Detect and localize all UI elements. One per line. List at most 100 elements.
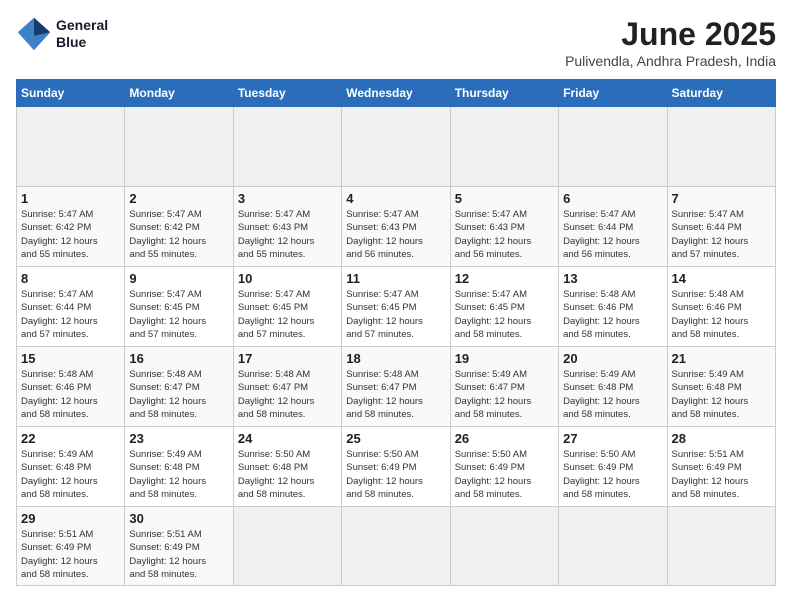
calendar-week-row: 22 Sunrise: 5:49 AM Sunset: 6:48 PM Dayli… (17, 427, 776, 507)
day-number: 8 (21, 271, 120, 286)
calendar-cell: 9 Sunrise: 5:47 AM Sunset: 6:45 PM Daylig… (125, 267, 233, 347)
calendar-week-row: 15 Sunrise: 5:48 AM Sunset: 6:46 PM Dayli… (17, 347, 776, 427)
logo-text: General Blue (56, 17, 108, 51)
calendar-cell: 19 Sunrise: 5:49 AM Sunset: 6:47 PM Dayli… (450, 347, 558, 427)
calendar-cell: 29Sunrise: 5:51 AM Sunset: 6:49 PM Dayli… (17, 507, 125, 586)
day-info: Sunrise: 5:51 AM Sunset: 6:49 PM Dayligh… (672, 448, 771, 501)
weekday-header: Sunday (17, 80, 125, 107)
calendar-cell: 21Sunrise: 5:49 AM Sunset: 6:48 PM Dayli… (667, 347, 775, 427)
calendar-cell: 5 Sunrise: 5:47 AM Sunset: 6:43 PM Daylig… (450, 187, 558, 267)
day-info: Sunrise: 5:48 AM Sunset: 6:46 PM Dayligh… (21, 368, 120, 421)
calendar-cell: 1 Sunrise: 5:47 AM Sunset: 6:42 PM Daylig… (17, 187, 125, 267)
day-number: 10 (238, 271, 337, 286)
day-info: Sunrise: 5:47 AM Sunset: 6:44 PM Dayligh… (21, 288, 120, 341)
calendar-cell: 10Sunrise: 5:47 AM Sunset: 6:45 PM Dayli… (233, 267, 341, 347)
calendar-cell (667, 107, 775, 187)
day-number: 27 (563, 431, 662, 446)
calendar-week-row (17, 107, 776, 187)
day-number: 4 (346, 191, 445, 206)
day-number: 3 (238, 191, 337, 206)
day-number: 9 (129, 271, 228, 286)
day-info: Sunrise: 5:48 AM Sunset: 6:47 PM Dayligh… (238, 368, 337, 421)
day-number: 24 (238, 431, 337, 446)
day-number: 13 (563, 271, 662, 286)
day-number: 12 (455, 271, 554, 286)
weekday-header: Tuesday (233, 80, 341, 107)
calendar-table: SundayMondayTuesdayWednesdayThursdayFrid… (16, 79, 776, 586)
day-number: 7 (672, 191, 771, 206)
calendar-cell: 27Sunrise: 5:50 AM Sunset: 6:49 PM Dayli… (559, 427, 667, 507)
logo-icon (16, 16, 52, 52)
day-info: Sunrise: 5:51 AM Sunset: 6:49 PM Dayligh… (129, 528, 228, 581)
weekday-header: Monday (125, 80, 233, 107)
day-info: Sunrise: 5:49 AM Sunset: 6:47 PM Dayligh… (455, 368, 554, 421)
day-info: Sunrise: 5:47 AM Sunset: 6:43 PM Dayligh… (238, 208, 337, 261)
day-info: Sunrise: 5:47 AM Sunset: 6:45 PM Dayligh… (346, 288, 445, 341)
day-number: 15 (21, 351, 120, 366)
day-info: Sunrise: 5:47 AM Sunset: 6:42 PM Dayligh… (21, 208, 120, 261)
calendar-cell: 24 Sunrise: 5:50 AM Sunset: 6:48 PM Dayli… (233, 427, 341, 507)
calendar-cell: 25Sunrise: 5:50 AM Sunset: 6:49 PM Dayli… (342, 427, 450, 507)
calendar-cell: 26 Sunrise: 5:50 AM Sunset: 6:49 PM Dayli… (450, 427, 558, 507)
day-number: 30 (129, 511, 228, 526)
day-info: Sunrise: 5:48 AM Sunset: 6:47 PM Dayligh… (346, 368, 445, 421)
day-number: 19 (455, 351, 554, 366)
day-number: 6 (563, 191, 662, 206)
calendar-cell: 30 Sunrise: 5:51 AM Sunset: 6:49 PM Dayli… (125, 507, 233, 586)
calendar-cell (342, 107, 450, 187)
calendar-cell: 18Sunrise: 5:48 AM Sunset: 6:47 PM Dayli… (342, 347, 450, 427)
day-number: 29 (21, 511, 120, 526)
calendar-cell: 23Sunrise: 5:49 AM Sunset: 6:48 PM Dayli… (125, 427, 233, 507)
day-number: 16 (129, 351, 228, 366)
page-header: General Blue June 2025 Pulivendla, Andhr… (16, 16, 776, 69)
calendar-cell: 4 Sunrise: 5:47 AM Sunset: 6:43 PM Daylig… (342, 187, 450, 267)
calendar-cell (233, 107, 341, 187)
location-subtitle: Pulivendla, Andhra Pradesh, India (565, 53, 776, 69)
day-number: 23 (129, 431, 228, 446)
calendar-week-row: 29 Sunrise: 5:51 AM Sunset: 6:49 PM Dayli… (17, 507, 776, 586)
day-info: Sunrise: 5:49 AM Sunset: 6:48 PM Dayligh… (21, 448, 120, 501)
calendar-cell: 15 Sunrise: 5:48 AM Sunset: 6:46 PM Dayli… (17, 347, 125, 427)
day-number: 11 (346, 271, 445, 286)
day-number: 17 (238, 351, 337, 366)
day-info: Sunrise: 5:47 AM Sunset: 6:45 PM Dayligh… (129, 288, 228, 341)
day-info: Sunrise: 5:48 AM Sunset: 6:47 PM Dayligh… (129, 368, 228, 421)
day-info: Sunrise: 5:47 AM Sunset: 6:43 PM Dayligh… (455, 208, 554, 261)
day-number: 14 (672, 271, 771, 286)
day-number: 25 (346, 431, 445, 446)
weekday-header: Wednesday (342, 80, 450, 107)
day-info: Sunrise: 5:48 AM Sunset: 6:46 PM Dayligh… (672, 288, 771, 341)
day-info: Sunrise: 5:48 AM Sunset: 6:46 PM Dayligh… (563, 288, 662, 341)
calendar-week-row: 8 Sunrise: 5:47 AM Sunset: 6:44 PM Daylig… (17, 267, 776, 347)
calendar-cell: 8 Sunrise: 5:47 AM Sunset: 6:44 PM Daylig… (17, 267, 125, 347)
day-info: Sunrise: 5:47 AM Sunset: 6:42 PM Dayligh… (129, 208, 228, 261)
calendar-cell: 7Sunrise: 5:47 AM Sunset: 6:44 PM Daylig… (667, 187, 775, 267)
day-info: Sunrise: 5:50 AM Sunset: 6:49 PM Dayligh… (455, 448, 554, 501)
calendar-cell: 28 Sunrise: 5:51 AM Sunset: 6:49 PM Dayli… (667, 427, 775, 507)
day-number: 1 (21, 191, 120, 206)
day-info: Sunrise: 5:47 AM Sunset: 6:43 PM Dayligh… (346, 208, 445, 261)
calendar-cell (233, 507, 341, 586)
calendar-cell: 3 Sunrise: 5:47 AM Sunset: 6:43 PM Daylig… (233, 187, 341, 267)
logo: General Blue (16, 16, 108, 52)
calendar-cell: 20Sunrise: 5:49 AM Sunset: 6:48 PM Dayli… (559, 347, 667, 427)
day-number: 22 (21, 431, 120, 446)
calendar-cell: 2Sunrise: 5:47 AM Sunset: 6:42 PM Daylig… (125, 187, 233, 267)
calendar-cell: 11 Sunrise: 5:47 AM Sunset: 6:45 PM Dayli… (342, 267, 450, 347)
weekday-header-row: SundayMondayTuesdayWednesdayThursdayFrid… (17, 80, 776, 107)
day-number: 26 (455, 431, 554, 446)
day-number: 28 (672, 431, 771, 446)
day-info: Sunrise: 5:47 AM Sunset: 6:44 PM Dayligh… (563, 208, 662, 261)
calendar-cell (342, 507, 450, 586)
title-area: June 2025 Pulivendla, Andhra Pradesh, In… (565, 16, 776, 69)
calendar-cell (17, 107, 125, 187)
day-number: 5 (455, 191, 554, 206)
calendar-cell (559, 107, 667, 187)
day-number: 21 (672, 351, 771, 366)
calendar-cell: 6 Sunrise: 5:47 AM Sunset: 6:44 PM Daylig… (559, 187, 667, 267)
weekday-header: Saturday (667, 80, 775, 107)
weekday-header: Friday (559, 80, 667, 107)
day-info: Sunrise: 5:50 AM Sunset: 6:48 PM Dayligh… (238, 448, 337, 501)
calendar-cell: 22 Sunrise: 5:49 AM Sunset: 6:48 PM Dayli… (17, 427, 125, 507)
calendar-cell (559, 507, 667, 586)
